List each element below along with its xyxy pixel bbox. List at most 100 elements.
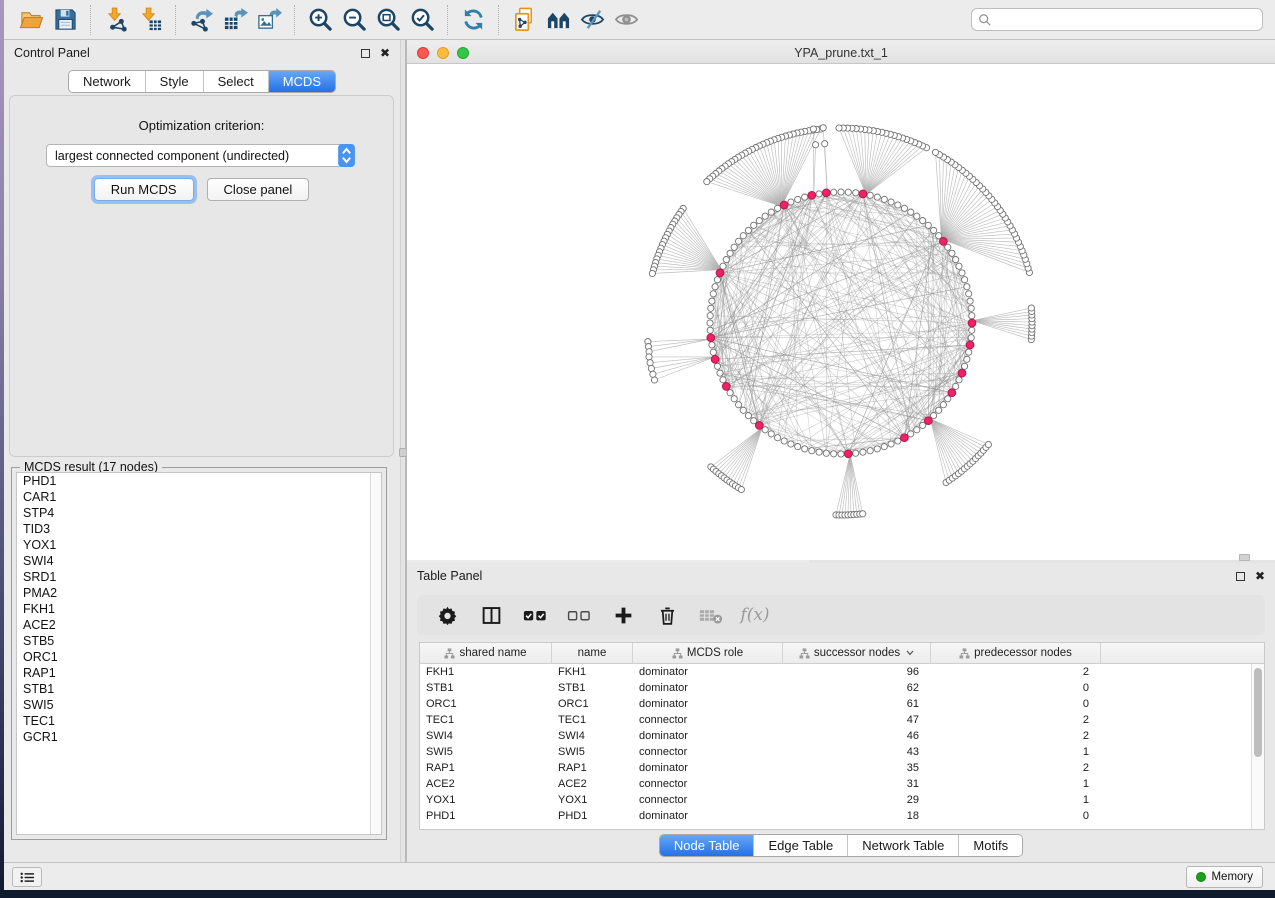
tab-select[interactable]: Select bbox=[203, 71, 268, 92]
zoom-in-icon[interactable] bbox=[303, 5, 337, 35]
show-all-icon[interactable] bbox=[609, 5, 643, 35]
mcds-result-item[interactable]: TID3 bbox=[17, 521, 381, 537]
column-header-successor-nodes[interactable]: successor nodes bbox=[783, 643, 931, 663]
network-node[interactable] bbox=[738, 486, 744, 492]
network-node[interactable] bbox=[709, 298, 715, 304]
network-hub-node[interactable] bbox=[859, 190, 867, 198]
network-hub-node[interactable] bbox=[822, 189, 830, 197]
mcds-result-item[interactable]: CAR1 bbox=[17, 489, 381, 505]
network-node[interactable] bbox=[969, 327, 975, 333]
network-node[interactable] bbox=[914, 213, 920, 219]
zoom-selected-icon[interactable] bbox=[405, 5, 439, 35]
table-row[interactable]: PHD1PHD1dominator180 bbox=[420, 808, 1264, 824]
tab-node-table[interactable]: Node Table bbox=[660, 835, 754, 856]
import-table-icon[interactable] bbox=[133, 5, 167, 35]
mcds-result-item[interactable]: PHD1 bbox=[17, 473, 381, 489]
network-node[interactable] bbox=[908, 431, 914, 437]
network-node[interactable] bbox=[838, 189, 844, 195]
network-node[interactable] bbox=[956, 377, 962, 383]
network-node[interactable] bbox=[838, 451, 844, 457]
network-node[interactable] bbox=[820, 125, 826, 131]
network-node[interactable] bbox=[908, 209, 914, 215]
network-node[interactable] bbox=[956, 263, 962, 269]
float-panel-icon[interactable] bbox=[361, 49, 370, 58]
mcds-list-scrollbar[interactable] bbox=[370, 473, 381, 834]
hide-selected-icon[interactable] bbox=[575, 5, 609, 35]
network-hub-node[interactable] bbox=[966, 341, 974, 349]
tab-network-table[interactable]: Network Table bbox=[847, 835, 958, 856]
network-node[interactable] bbox=[647, 360, 653, 366]
table-row[interactable]: ACE2ACE2connector311 bbox=[420, 776, 1264, 792]
mcds-result-item[interactable]: GCR1 bbox=[17, 729, 381, 745]
network-node[interactable] bbox=[920, 218, 926, 224]
network-node[interactable] bbox=[931, 227, 937, 233]
network-hub-node[interactable] bbox=[711, 355, 719, 363]
network-node[interactable] bbox=[745, 227, 751, 233]
network-node[interactable] bbox=[649, 270, 655, 276]
mcds-result-item[interactable]: TEC1 bbox=[17, 713, 381, 729]
network-node[interactable] bbox=[936, 407, 942, 413]
table-row[interactable]: TEC1TEC1connector472 bbox=[420, 712, 1264, 728]
network-node[interactable] bbox=[802, 194, 808, 200]
network-node[interactable] bbox=[853, 190, 859, 196]
network-node[interactable] bbox=[756, 218, 762, 224]
deselect-all-icon[interactable] bbox=[567, 603, 591, 627]
column-header-predecessor-nodes[interactable]: predecessor nodes bbox=[931, 643, 1101, 663]
network-node[interactable] bbox=[648, 365, 654, 371]
table-row[interactable]: STB1STB1dominator620 bbox=[420, 680, 1264, 696]
table-row[interactable]: SWI4SWI4dominator462 bbox=[420, 728, 1264, 744]
table-row[interactable]: ORC1ORC1dominator610 bbox=[420, 696, 1264, 712]
network-node[interactable] bbox=[845, 189, 851, 195]
network-node[interactable] bbox=[895, 202, 901, 208]
mcds-result-item[interactable]: ORC1 bbox=[17, 649, 381, 665]
network-node[interactable] bbox=[962, 277, 968, 283]
network-node[interactable] bbox=[740, 233, 746, 239]
network-hub-node[interactable] bbox=[844, 450, 852, 458]
network-node[interactable] bbox=[874, 194, 880, 200]
network-node[interactable] bbox=[836, 125, 842, 131]
network-node[interactable] bbox=[822, 141, 828, 147]
search-box[interactable] bbox=[971, 8, 1263, 31]
close-panel-button[interactable]: Close panel bbox=[207, 178, 310, 201]
network-node[interactable] bbox=[795, 196, 801, 202]
mcds-result-item[interactable]: ACE2 bbox=[17, 617, 381, 633]
network-hub-node[interactable] bbox=[722, 383, 730, 391]
network-node[interactable] bbox=[867, 448, 873, 454]
network-hub-node[interactable] bbox=[901, 434, 909, 442]
network-node[interactable] bbox=[714, 277, 720, 283]
network-node[interactable] bbox=[901, 205, 907, 211]
network-node[interactable] bbox=[968, 305, 974, 311]
network-hub-node[interactable] bbox=[968, 319, 976, 327]
network-node[interactable] bbox=[751, 222, 757, 228]
network-node[interactable] bbox=[809, 448, 815, 454]
network-node[interactable] bbox=[707, 313, 713, 319]
network-node[interactable] bbox=[860, 449, 866, 455]
network-node[interactable] bbox=[810, 126, 816, 132]
network-node[interactable] bbox=[895, 438, 901, 444]
close-panel-icon[interactable]: ✖ bbox=[380, 47, 390, 59]
export-network-icon[interactable] bbox=[184, 5, 218, 35]
network-node[interactable] bbox=[723, 257, 729, 263]
network-node[interactable] bbox=[768, 209, 774, 215]
network-node[interactable] bbox=[709, 342, 715, 348]
save-session-icon[interactable] bbox=[48, 5, 82, 35]
scrollbar-thumb[interactable] bbox=[1254, 668, 1262, 757]
open-file-icon[interactable] bbox=[14, 5, 48, 35]
column-header-name[interactable]: name bbox=[552, 643, 633, 663]
task-history-button[interactable] bbox=[12, 867, 42, 887]
refresh-view-icon[interactable] bbox=[456, 5, 490, 35]
export-image-icon[interactable] bbox=[252, 5, 286, 35]
table-row[interactable]: YOX1YOX1connector291 bbox=[420, 792, 1264, 808]
tab-style[interactable]: Style bbox=[145, 71, 203, 92]
select-all-icon[interactable] bbox=[523, 603, 547, 627]
network-node[interactable] bbox=[788, 199, 794, 205]
network-node[interactable] bbox=[712, 284, 718, 290]
network-node[interactable] bbox=[964, 284, 970, 290]
network-node[interactable] bbox=[720, 263, 726, 269]
network-node[interactable] bbox=[966, 291, 972, 297]
network-node[interactable] bbox=[1028, 305, 1034, 311]
network-node[interactable] bbox=[940, 402, 946, 408]
mcds-result-item[interactable]: SWI5 bbox=[17, 697, 381, 713]
mcds-result-item[interactable]: STB5 bbox=[17, 633, 381, 649]
network-node[interactable] bbox=[708, 305, 714, 311]
